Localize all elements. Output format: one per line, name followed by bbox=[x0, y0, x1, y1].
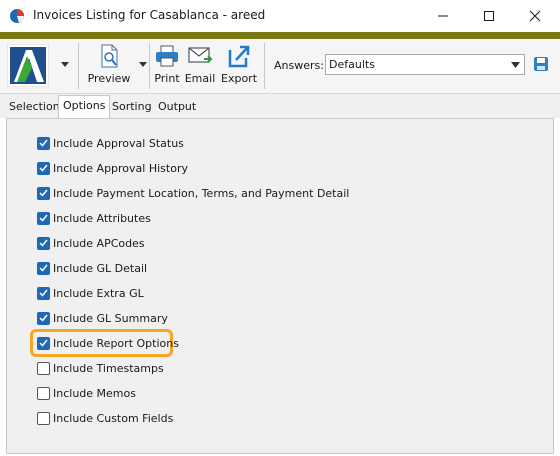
option-label: Include Memos bbox=[53, 386, 136, 400]
print-label: Print bbox=[154, 72, 180, 85]
checkmark-icon bbox=[39, 314, 48, 322]
email-button[interactable]: Email bbox=[185, 43, 215, 89]
preview-icon bbox=[101, 44, 118, 68]
printer-icon bbox=[156, 45, 178, 67]
maximize-icon bbox=[484, 11, 494, 21]
tab-options[interactable]: Options bbox=[58, 95, 111, 118]
option-payment-location[interactable]: Include Payment Location, Terms, and Pay… bbox=[37, 185, 349, 201]
checkmark-icon bbox=[39, 339, 48, 347]
tab-output[interactable]: Output bbox=[154, 97, 200, 118]
checkmark-icon bbox=[39, 239, 48, 247]
toolbar-separator bbox=[149, 43, 150, 89]
toolbar-separator bbox=[264, 43, 265, 89]
chevron-down-icon bbox=[511, 62, 520, 68]
option-memos[interactable]: Include Memos bbox=[37, 385, 136, 401]
close-icon bbox=[529, 10, 541, 22]
checkbox-checked[interactable] bbox=[37, 286, 50, 300]
checkbox-checked[interactable] bbox=[37, 236, 50, 250]
preview-label: Preview bbox=[87, 72, 131, 85]
option-gl-summary[interactable]: Include GL Summary bbox=[37, 310, 168, 326]
email-label: Email bbox=[184, 72, 216, 85]
tab-sorting[interactable]: Sorting bbox=[108, 97, 156, 118]
checkbox-unchecked[interactable] bbox=[37, 411, 50, 425]
option-timestamps[interactable]: Include Timestamps bbox=[37, 360, 164, 376]
toolbar: Preview Print Email Export Answers: Defa… bbox=[0, 39, 560, 94]
answers-value: Defaults bbox=[329, 58, 375, 71]
tab-bar: Selection Options Sorting Output bbox=[0, 94, 560, 118]
export-icon bbox=[228, 45, 250, 68]
checkmark-icon bbox=[39, 289, 48, 297]
checkmark-icon bbox=[39, 189, 48, 197]
minimize-button[interactable] bbox=[420, 0, 466, 32]
answers-dropdown[interactable]: Defaults bbox=[325, 54, 525, 75]
checkbox-checked[interactable] bbox=[37, 186, 50, 200]
option-label: Include Payment Location, Terms, and Pay… bbox=[53, 186, 350, 200]
option-label: Include Timestamps bbox=[53, 361, 164, 375]
checkbox-checked[interactable] bbox=[37, 211, 50, 225]
email-icon bbox=[188, 47, 213, 63]
option-label: Include Custom Fields bbox=[53, 411, 174, 425]
window-title: Invoices Listing for Casablanca - areed bbox=[33, 8, 266, 22]
option-extra-gl[interactable]: Include Extra GL bbox=[37, 285, 144, 301]
checkmark-icon bbox=[39, 264, 48, 272]
option-custom-fields[interactable]: Include Custom Fields bbox=[37, 410, 173, 426]
app-pie-icon bbox=[10, 9, 24, 23]
checkbox-unchecked[interactable] bbox=[37, 386, 50, 400]
maximize-button[interactable] bbox=[466, 0, 512, 32]
options-panel: Include Approval Status Include Approval… bbox=[6, 118, 554, 454]
option-report-options[interactable]: Include Report Options bbox=[37, 335, 179, 351]
option-label: Include Report Options bbox=[53, 336, 179, 350]
answers-label: Answers: bbox=[274, 59, 324, 72]
print-button[interactable]: Print bbox=[152, 43, 182, 89]
checkbox-checked[interactable] bbox=[37, 136, 50, 150]
checkmark-icon bbox=[39, 214, 48, 222]
option-attributes[interactable]: Include Attributes bbox=[37, 210, 151, 226]
option-label: Include Extra GL bbox=[53, 286, 144, 300]
close-button[interactable] bbox=[512, 0, 558, 32]
toolbar-separator bbox=[78, 43, 79, 89]
option-gl-detail[interactable]: Include GL Detail bbox=[37, 260, 147, 276]
option-label: Include APCodes bbox=[53, 236, 145, 250]
option-apcodes[interactable]: Include APCodes bbox=[37, 235, 145, 251]
tab-selection[interactable]: Selection bbox=[5, 97, 64, 118]
chevron-down-icon[interactable] bbox=[138, 59, 148, 69]
checkbox-checked[interactable] bbox=[37, 161, 50, 175]
accent-strip bbox=[0, 32, 560, 39]
checkbox-checked[interactable] bbox=[37, 261, 50, 275]
export-button[interactable]: Export bbox=[221, 43, 257, 89]
checkbox-checked[interactable] bbox=[37, 336, 50, 350]
option-label: Include GL Detail bbox=[53, 261, 148, 275]
option-approval-status[interactable]: Include Approval Status bbox=[37, 135, 184, 151]
option-label: Include Attributes bbox=[53, 211, 151, 225]
app-logo-icon[interactable] bbox=[7, 44, 49, 87]
option-label: Include Approval History bbox=[53, 161, 188, 175]
option-approval-history[interactable]: Include Approval History bbox=[37, 160, 188, 176]
export-label: Export bbox=[221, 72, 258, 85]
checkbox-checked[interactable] bbox=[37, 311, 50, 325]
option-label: Include Approval Status bbox=[53, 136, 184, 150]
option-label: Include GL Summary bbox=[53, 311, 168, 325]
checkmark-icon bbox=[39, 164, 48, 172]
title-bar: Invoices Listing for Casablanca - areed bbox=[0, 0, 560, 32]
minimize-icon bbox=[438, 15, 448, 17]
checkmark-icon bbox=[39, 139, 48, 147]
checkbox-unchecked[interactable] bbox=[37, 361, 50, 375]
save-icon[interactable] bbox=[533, 56, 549, 72]
chevron-down-icon[interactable] bbox=[59, 59, 71, 69]
preview-button[interactable]: Preview bbox=[88, 43, 130, 89]
